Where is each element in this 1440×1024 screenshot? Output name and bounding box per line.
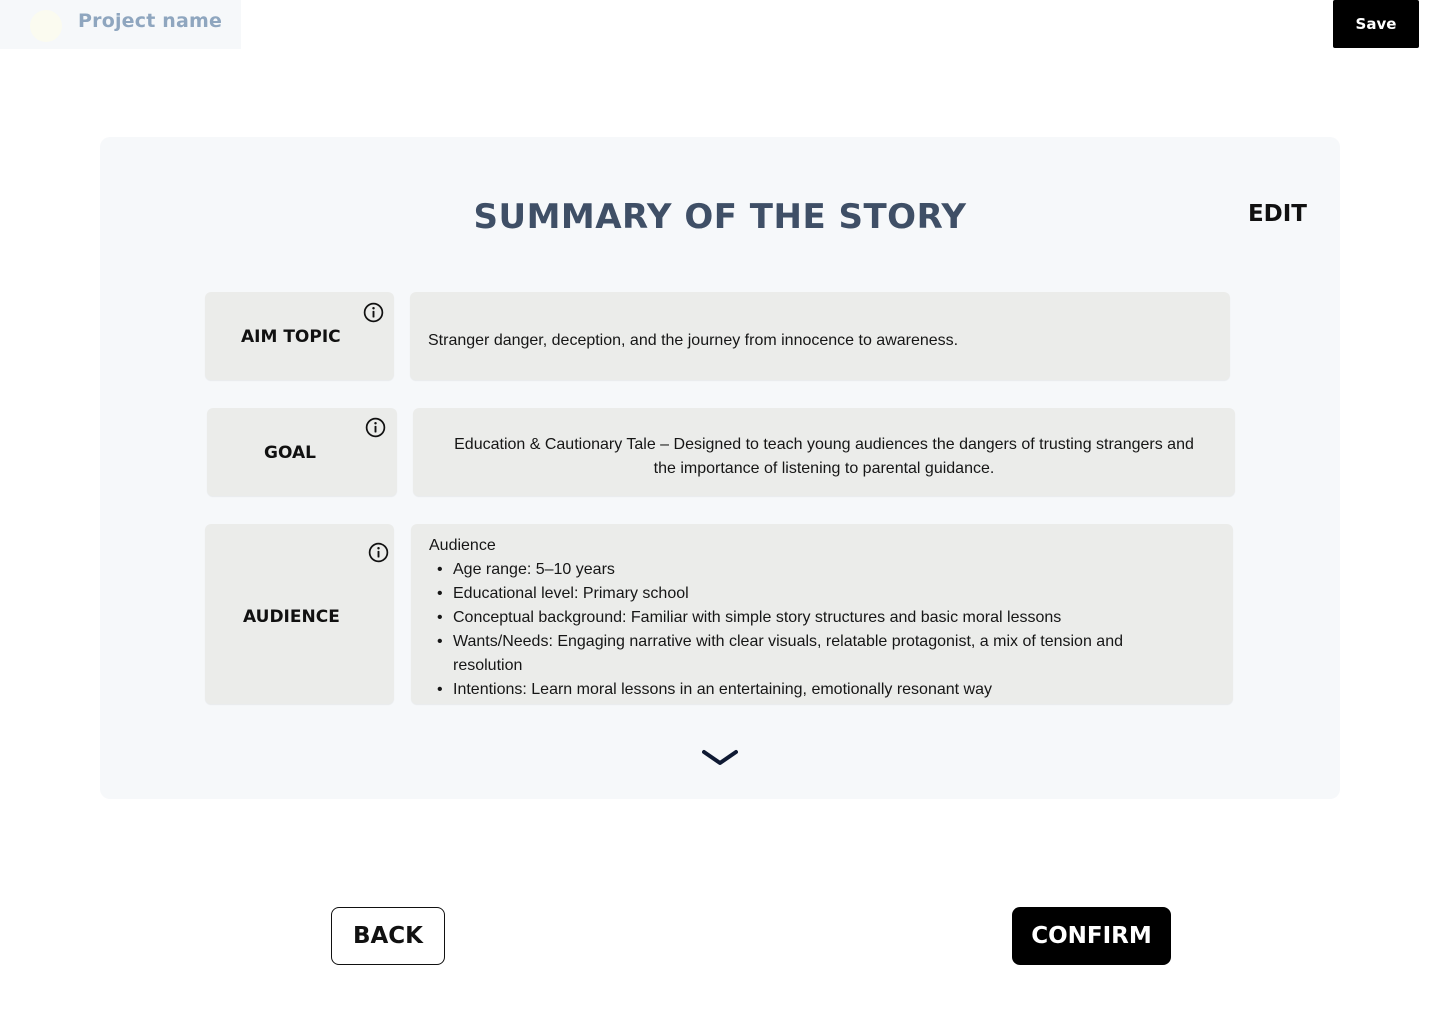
audience-label: AUDIENCE: [243, 607, 340, 627]
goal-value: Education & Cautionary Tale – Designed t…: [413, 408, 1235, 496]
list-item: Wants/Needs: Engaging narrative with cle…: [429, 630, 1193, 678]
chevron-down-icon[interactable]: [702, 749, 738, 767]
info-icon[interactable]: [365, 417, 386, 438]
audience-list: Age range: 5–10 years Educational level:…: [429, 558, 1193, 702]
aim-topic-label-box: AIM TOPIC: [205, 292, 394, 380]
aim-topic-text: Stranger danger, deception, and the jour…: [428, 332, 959, 349]
audience-label-box: AUDIENCE: [205, 524, 394, 704]
back-button[interactable]: BACK: [331, 907, 445, 965]
list-item: Educational level: Primary school: [429, 582, 1193, 606]
audience-value[interactable]: Audience Age range: 5–10 years Education…: [411, 524, 1233, 704]
info-icon[interactable]: [368, 542, 389, 563]
project-tab[interactable]: Project name: [0, 0, 241, 49]
info-icon[interactable]: [363, 302, 384, 323]
aim-topic-value: Stranger danger, deception, and the jour…: [410, 292, 1230, 380]
goal-text: Education & Cautionary Tale – Designed t…: [454, 436, 1194, 477]
project-name[interactable]: Project name: [78, 10, 222, 32]
summary-card: SUMMARY OF THE STORY EDIT AIM TOPIC Stra…: [100, 137, 1340, 799]
list-item: Conceptual background: Familiar with sim…: [429, 606, 1193, 630]
list-item: Age range: 5–10 years: [429, 558, 1193, 582]
goal-label-box: GOAL: [207, 408, 397, 496]
edit-button[interactable]: EDIT: [1248, 201, 1307, 227]
aim-topic-label: AIM TOPIC: [241, 327, 341, 347]
project-logo: [30, 10, 62, 42]
page-title: SUMMARY OF THE STORY: [473, 197, 967, 237]
list-item: Intentions: Learn moral lessons in an en…: [429, 678, 1193, 702]
save-button[interactable]: Save: [1333, 0, 1419, 48]
audience-heading: Audience: [429, 537, 496, 554]
goal-label: GOAL: [264, 443, 316, 463]
confirm-button[interactable]: CONFIRM: [1012, 907, 1171, 965]
